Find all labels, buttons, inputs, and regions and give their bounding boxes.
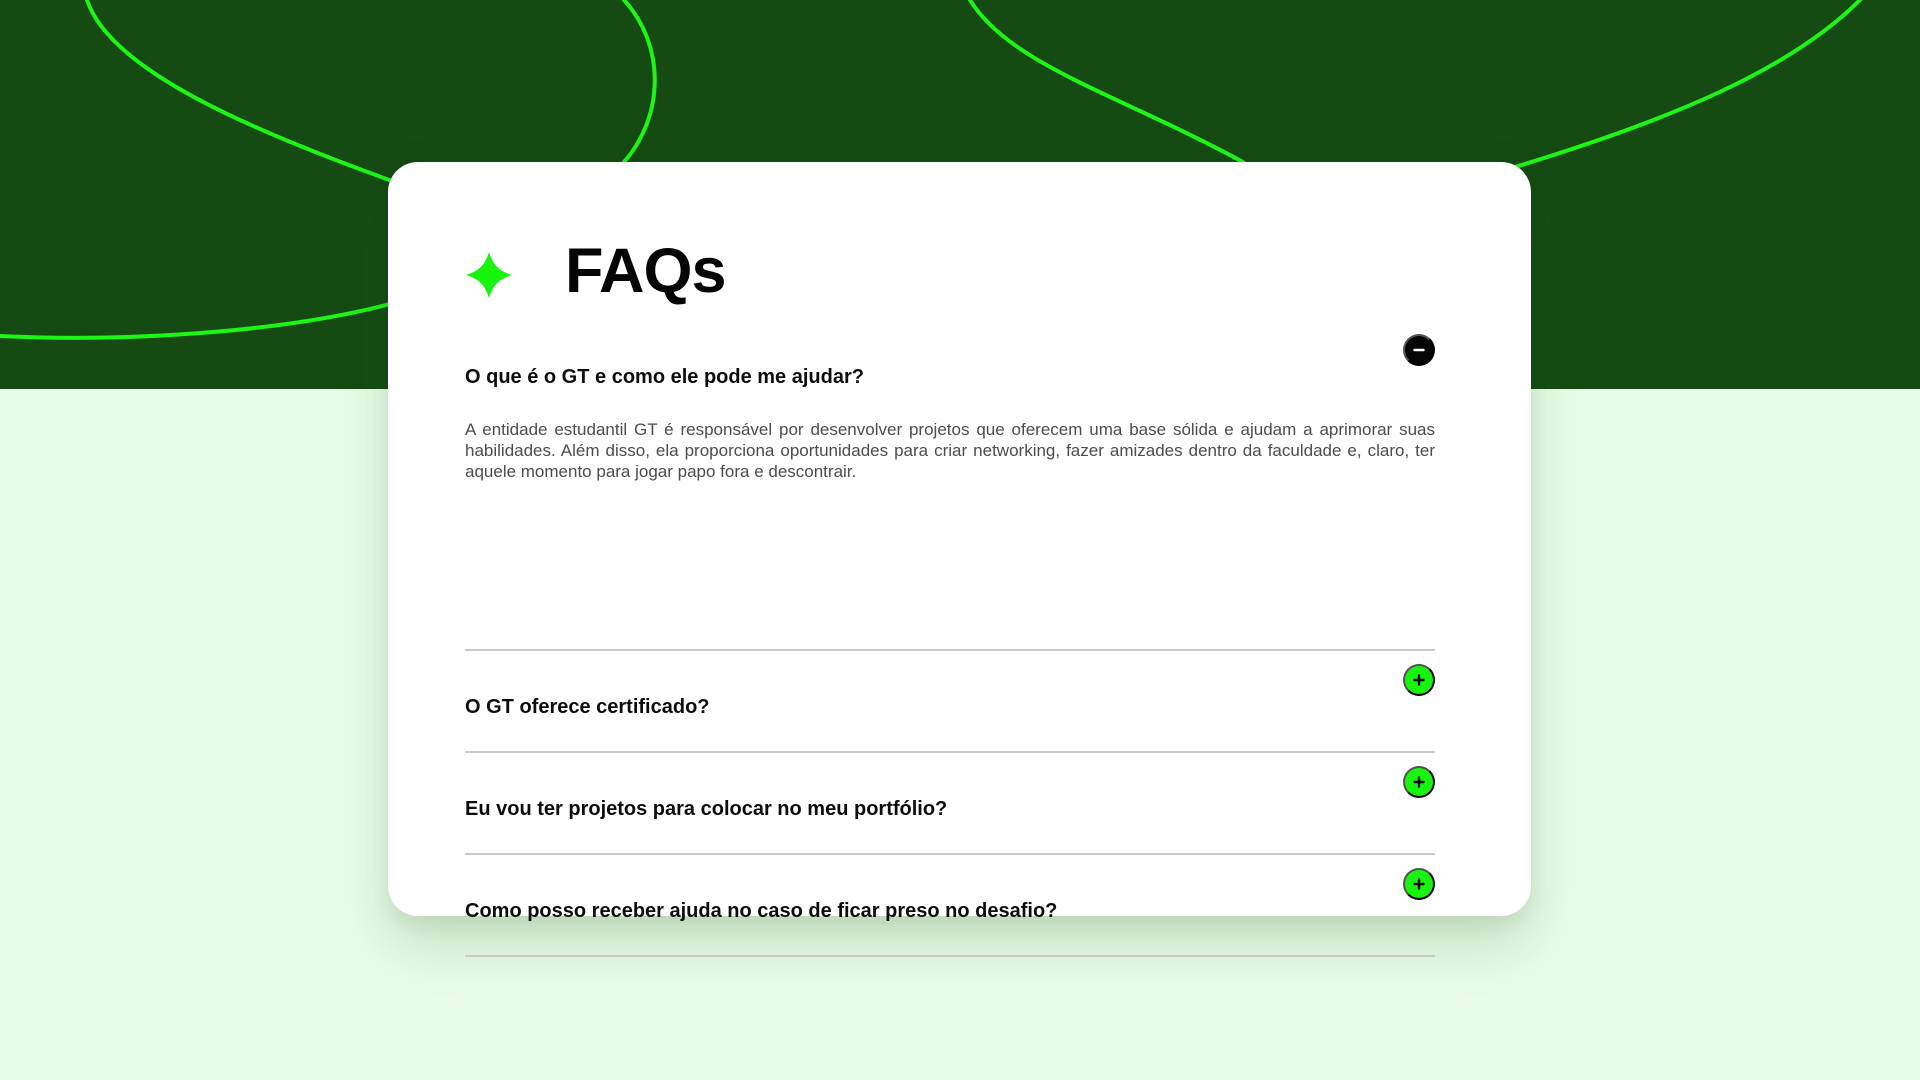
plus-circle-icon — [1413, 878, 1425, 890]
faq-item-what-is-gt[interactable]: O que é o GT e como ele pode me ajudar? … — [465, 325, 1435, 651]
expand-faq-button[interactable] — [1403, 664, 1435, 696]
plus-circle-icon — [1413, 776, 1425, 788]
decorative-wave-left-loop — [622, 0, 657, 164]
expand-faq-button[interactable] — [1403, 868, 1435, 900]
faq-item-portfolio-projects[interactable]: Eu vou ter projetos para colocar no meu … — [465, 753, 1435, 855]
faq-answer-what-is-gt: A entidade estudantil GT é responsável p… — [465, 420, 1435, 481]
collapse-faq-button[interactable] — [1403, 334, 1435, 366]
faq-question-certificate[interactable]: O GT oferece certificado? — [465, 695, 1345, 719]
decorative-wave-left-top — [85, 0, 397, 184]
decorative-wave-right — [968, 0, 1245, 164]
plus-circle-icon — [1413, 674, 1425, 686]
faq-item-certificate[interactable]: O GT oferece certificado? — [465, 651, 1435, 753]
faq-question-row[interactable]: Como posso receber ajuda no caso de fica… — [465, 855, 1435, 922]
expand-faq-button[interactable] — [1403, 766, 1435, 798]
faq-item-challenge-help[interactable]: Como posso receber ajuda no caso de fica… — [465, 855, 1435, 957]
minus-circle-icon — [1413, 348, 1425, 352]
faq-question-row[interactable]: O que é o GT e como ele pode me ajudar? — [465, 325, 1435, 388]
decorative-wave-far-right — [1513, 0, 1862, 169]
faq-question-what-is-gt[interactable]: O que é o GT e como ele pode me ajudar? — [465, 365, 1345, 389]
faq-question-portfolio-projects[interactable]: Eu vou ter projetos para colocar no meu … — [465, 797, 1345, 821]
faq-question-challenge-help[interactable]: Como posso receber ajuda no caso de fica… — [465, 899, 1345, 923]
faq-card: FAQs O que é o GT e como ele pode me aju… — [388, 162, 1531, 957]
faq-header: FAQs — [465, 226, 727, 316]
faq-question-row[interactable]: Eu vou ter projetos para colocar no meu … — [465, 753, 1435, 820]
page-title: FAQs — [565, 235, 727, 306]
faq-question-row[interactable]: O GT oferece certificado? — [465, 651, 1435, 718]
four-point-star-icon — [465, 251, 513, 299]
decorative-wave-left-bottom — [0, 302, 392, 340]
faq-list: O que é o GT e como ele pode me ajudar? … — [465, 325, 1435, 957]
